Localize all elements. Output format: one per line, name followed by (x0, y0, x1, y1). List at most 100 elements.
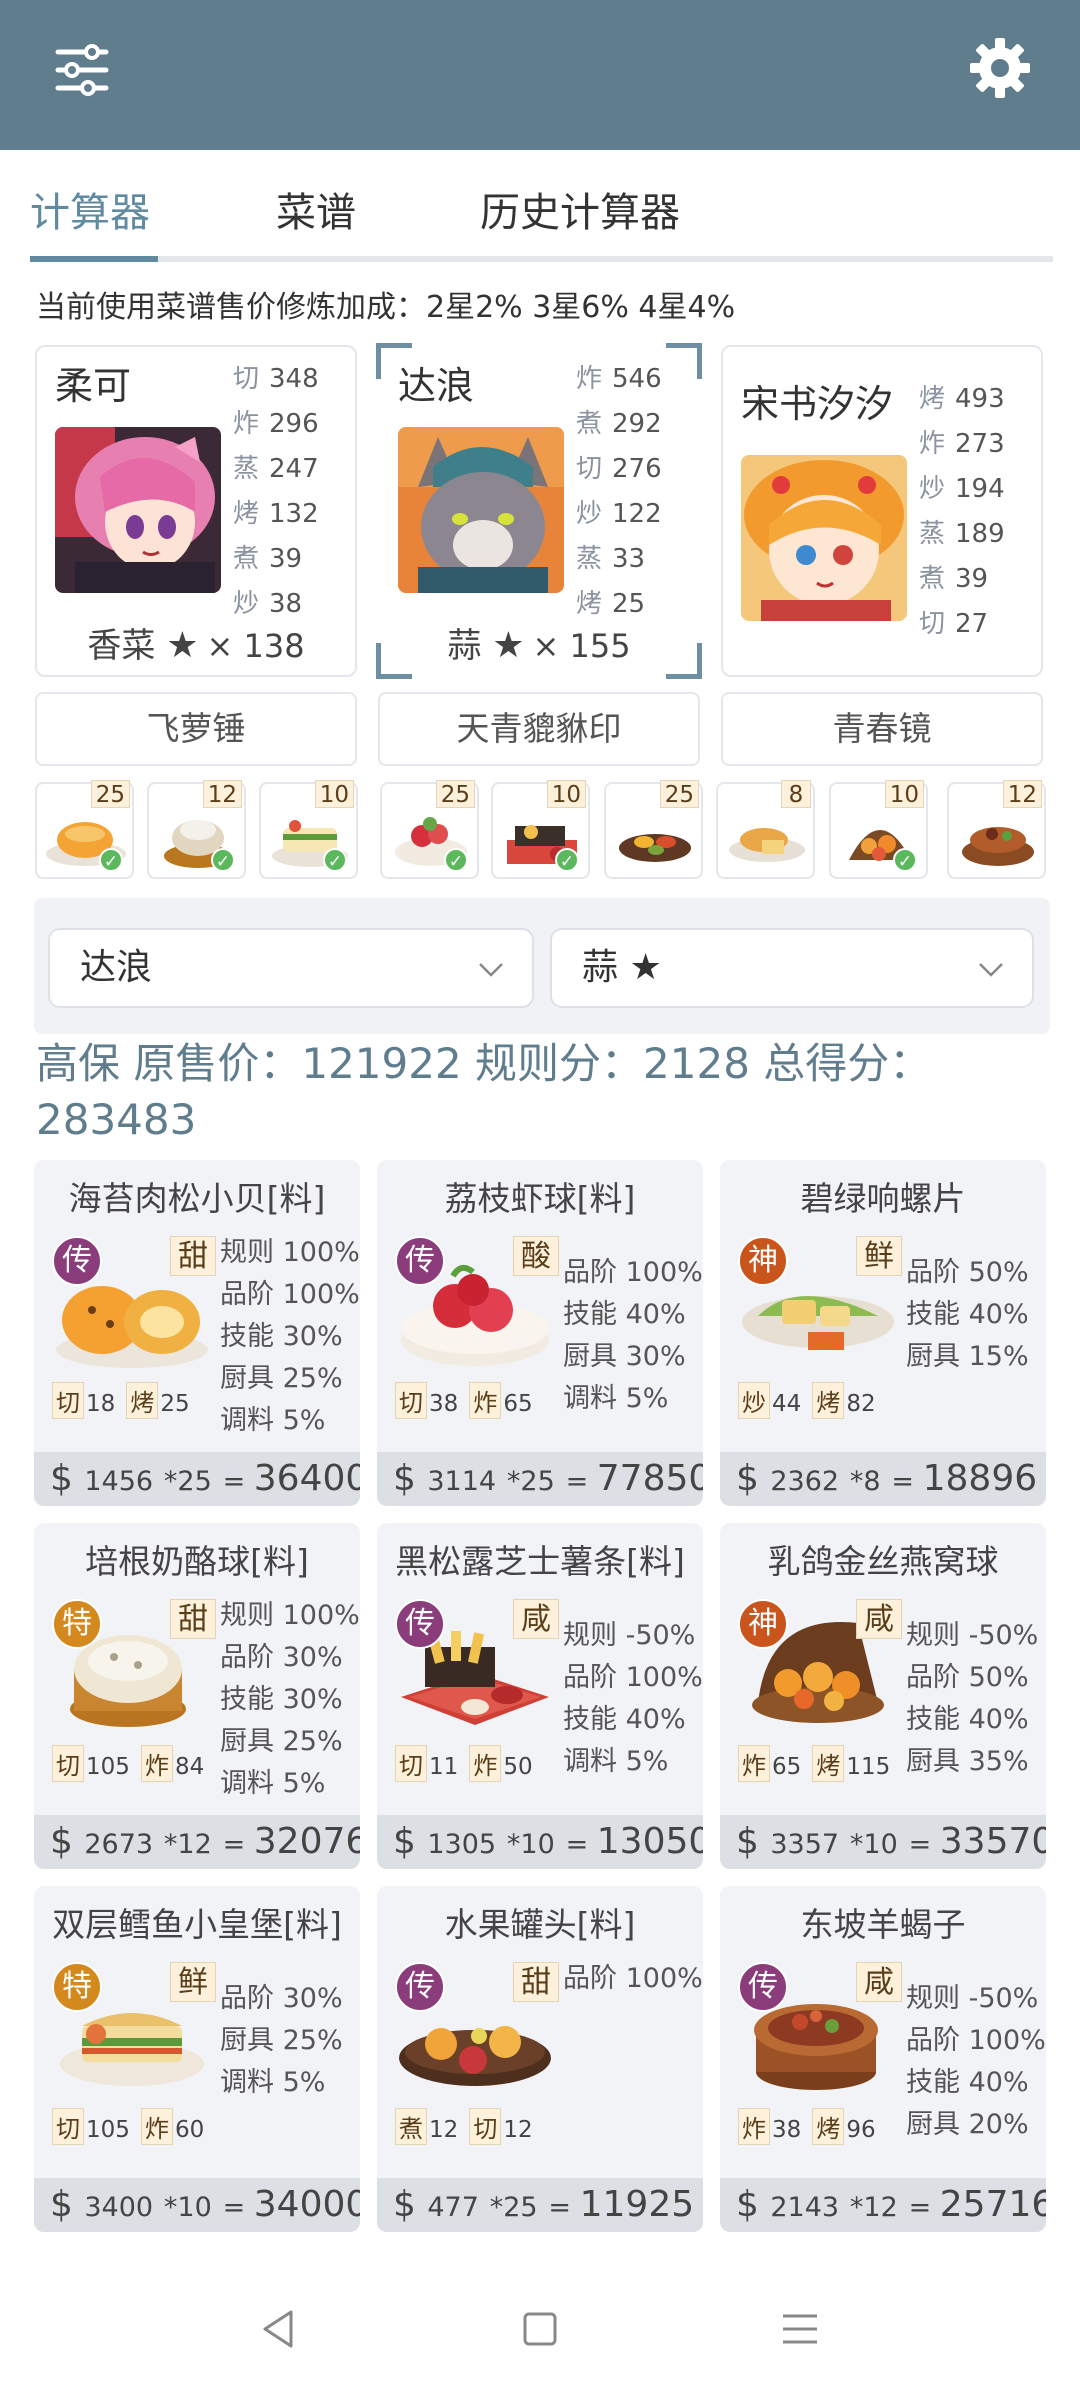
chef-select[interactable]: 达浪 (48, 928, 534, 1008)
chef-skills: 炸 546 煮 292 切 276 炒 122 蒸 33 烤 25 (576, 364, 662, 619)
recipe-card[interactable]: 东坡羊蝎子 传 咸 规则 -50% 品阶 100% 技能 40% 厨具 20% 炸 38… (720, 1886, 1046, 2232)
recipe-rules: 规则 -50% 品阶 100% 技能 40% 厨具 20% (906, 1983, 1046, 2140)
check-icon: ✓ (893, 848, 917, 872)
chef-name: 达浪 (398, 364, 475, 408)
recipe-card[interactable]: 黑松露芝士薯条[料] 传 咸 规则 -50% 品阶 100% 技能 40% 调料 5%… (377, 1523, 703, 1869)
dish-slot[interactable]: 25 ✓ (35, 780, 134, 879)
recipe-card[interactable]: 双层鳕鱼小皇堡[料] 特 鲜 品阶 30% 厨具 25% 调料 5% 切 105 炸6… (34, 1886, 360, 2232)
chevron-down-icon (479, 963, 503, 977)
check-icon: ✓ (444, 848, 468, 872)
flavor-badge: 甜 (170, 1599, 216, 1639)
recipe-skill-tags: 炸 65 烤 115 (738, 1745, 896, 1782)
chef-name: 柔可 (55, 364, 132, 408)
recipe-price-row: $ 3114 *25 = 77850 (377, 1452, 703, 1506)
chef-portrait (398, 427, 564, 593)
rarity-badge: 神 (738, 1599, 788, 1649)
gear-icon[interactable] (968, 36, 1032, 100)
dish-slot[interactable]: 12 ✓ (147, 780, 246, 879)
rarity-badge: 特 (52, 1599, 102, 1649)
star-icon: ★ (166, 625, 199, 666)
dish-count: 12 (1002, 780, 1042, 808)
recipe-rules: 品阶 100% (563, 1963, 703, 1994)
recipe-price-row: $ 477 *25 = 11925 (377, 2178, 703, 2232)
back-icon[interactable] (255, 2304, 305, 2354)
recipe-price-row: $ 1305 *10 = 13050 (377, 1815, 703, 1869)
recipe-skill-tags: 炸 38 烤 96 (738, 2108, 882, 2145)
price-bonus-info: 当前使用菜谱售价修炼加成：2星2% 3星6% 4星4% (36, 290, 736, 325)
check-icon: ✓ (555, 848, 579, 872)
check-icon: ✓ (211, 848, 235, 872)
tab-bar: 计算器 菜谱 历史计算器 (0, 150, 1080, 265)
chef-ingredient-bonus: 蒜 ★ × 155 (447, 625, 631, 666)
recipe-card[interactable]: 荔枝虾球[料] 传 酸 品阶 100% 技能 40% 厨具 30% 调料 5% 切 38… (377, 1160, 703, 1506)
dish-count: 25 (435, 780, 475, 808)
recipe-name: 培根奶酪球[料] (85, 1542, 309, 1581)
dish-count: 8 (781, 780, 811, 808)
check-icon: ✓ (99, 848, 123, 872)
recipe-skill-tags: 切 38 炸 65 (395, 1382, 539, 1419)
dish-slot[interactable]: 25 (604, 780, 703, 879)
recipe-card[interactable]: 水果罐头[料] 传 甜 品阶 100% 煮 12 切 12 $ 477 *25 = … (377, 1886, 703, 2232)
flavor-badge: 咸 (856, 1599, 902, 1639)
chef-name: 宋书汐汐 (741, 382, 894, 426)
recipe-price-row: $ 2673 *12 = 32076 (34, 1815, 360, 1869)
recipe-price-row: $ 2143 *12 = 25716 (720, 2178, 1046, 2232)
dish-count: 12 (202, 780, 242, 808)
recipe-price-row: $ 1456 *25 = 36400 (34, 1452, 360, 1506)
dish-slot[interactable]: 8 (716, 780, 815, 879)
recipe-card[interactable]: 碧绿响螺片 神 鲜 品阶 50% 技能 40% 厨具 15% 炒 44 烤 82 $ 2… (720, 1160, 1046, 1506)
rarity-badge: 传 (52, 1236, 102, 1286)
recipe-name: 乳鸽金丝燕窝球 (767, 1542, 999, 1581)
chef-card-3[interactable]: 宋书汐汐 烤 493 炸 273 炒 194 蒸 189 煮 39 切 27 (721, 345, 1043, 677)
flavor-badge: 鲜 (170, 1962, 216, 2002)
recipe-price-row: $ 3357 *10 = 33570 (720, 1815, 1046, 1869)
tab-recipes[interactable]: 菜谱 (276, 180, 356, 238)
recipe-name: 荔枝虾球[料] (444, 1179, 636, 1218)
score-summary: 高保 原售价：121922 规则分：2128 总得分：283483 (36, 1039, 932, 1144)
filter-settings-icon[interactable] (52, 40, 112, 100)
recipe-card[interactable]: 乳鸽金丝燕窝球 神 咸 规则 -50% 品阶 50% 技能 40% 厨具 35% 炸6… (720, 1523, 1046, 1869)
system-navigation-bar (0, 2260, 1080, 2400)
selector-panel: 达浪 蒜 ★ (34, 898, 1050, 1034)
chef-skills: 烤 493 炸 273 炒 194 蒸 189 煮 39 切 27 (919, 384, 1005, 639)
equipment-slot-2[interactable]: 天青貔貅印 (378, 692, 700, 766)
recipe-skill-tags: 炒 44 烤 82 (738, 1382, 882, 1419)
dish-slot[interactable]: 12 (947, 780, 1046, 879)
chef-card-1[interactable]: 柔可 切 348 炸 296 蒸 247 烤 132 煮 39 炒 38 香菜 ★ × 138 (35, 345, 357, 677)
flavor-badge: 酸 (513, 1236, 559, 1276)
recipe-skill-tags: 切 105 炸 84 (52, 1745, 210, 1782)
tab-history-calculator[interactable]: 历史计算器 (480, 180, 680, 238)
check-icon: ✓ (323, 848, 347, 872)
recipe-rules: 品阶 100% 技能 40% 厨具 30% 调料 5% (563, 1257, 703, 1414)
rarity-badge: 传 (395, 1962, 445, 2012)
rarity-badge: 传 (395, 1236, 445, 1286)
chef-portrait (55, 427, 221, 593)
dish-slot[interactable]: 10 ✓ (491, 780, 590, 879)
home-icon[interactable] (515, 2304, 565, 2354)
recents-menu-icon[interactable] (775, 2304, 825, 2354)
ingredient-select[interactable]: 蒜 ★ (550, 928, 1034, 1008)
equipment-slot-3[interactable]: 青春镜 (721, 692, 1043, 766)
chef-skills: 切 348 炸 296 蒸 247 烤 132 煮 39 炒 38 (233, 364, 319, 619)
recipe-skill-tags: 切 18 烤 25 (52, 1382, 196, 1419)
recipe-name: 双层鳕鱼小皇堡[料] (52, 1905, 342, 1944)
recipe-card[interactable]: 培根奶酪球[料] 特 甜 规则 100% 品阶 30% 技能 30% 厨具 25% 调料… (34, 1523, 360, 1869)
chef-card-2[interactable]: 达浪 炸 546 煮 292 切 276 炒 122 蒸 33 烤 25 蒜 ★ × 155 (376, 343, 702, 679)
app-header (0, 0, 1080, 150)
dish-slot[interactable]: 25 ✓ (380, 780, 479, 879)
recipe-rules: 规则 100% 品阶 100% 技能 30% 厨具 25% 调料 5% (220, 1237, 360, 1436)
dish-slot[interactable]: 10 ✓ (829, 780, 928, 879)
equipment-slot-1[interactable]: 飞萝锤 (35, 692, 357, 766)
recipe-price-row: $ 2362 *8 = 18896 (720, 1452, 1046, 1506)
dish-thumbnail (729, 828, 805, 862)
tab-calculator[interactable]: 计算器 (30, 180, 150, 238)
tab-divider (30, 256, 1053, 262)
recipe-rules: 规则 -50% 品阶 100% 技能 40% 调料 5% (563, 1620, 703, 1777)
recipe-skill-tags: 切 11 炸 50 (395, 1745, 539, 1782)
active-tab-indicator (30, 256, 158, 262)
flavor-badge: 咸 (856, 1962, 902, 2002)
recipe-card[interactable]: 海苔肉松小贝[料] 传 甜 规则 100% 品阶 100% 技能 30% 厨具 25%… (34, 1160, 360, 1506)
dish-slot[interactable]: 10 ✓ (259, 780, 358, 879)
chevron-down-icon (979, 963, 1003, 977)
dish-count: 25 (90, 780, 130, 808)
